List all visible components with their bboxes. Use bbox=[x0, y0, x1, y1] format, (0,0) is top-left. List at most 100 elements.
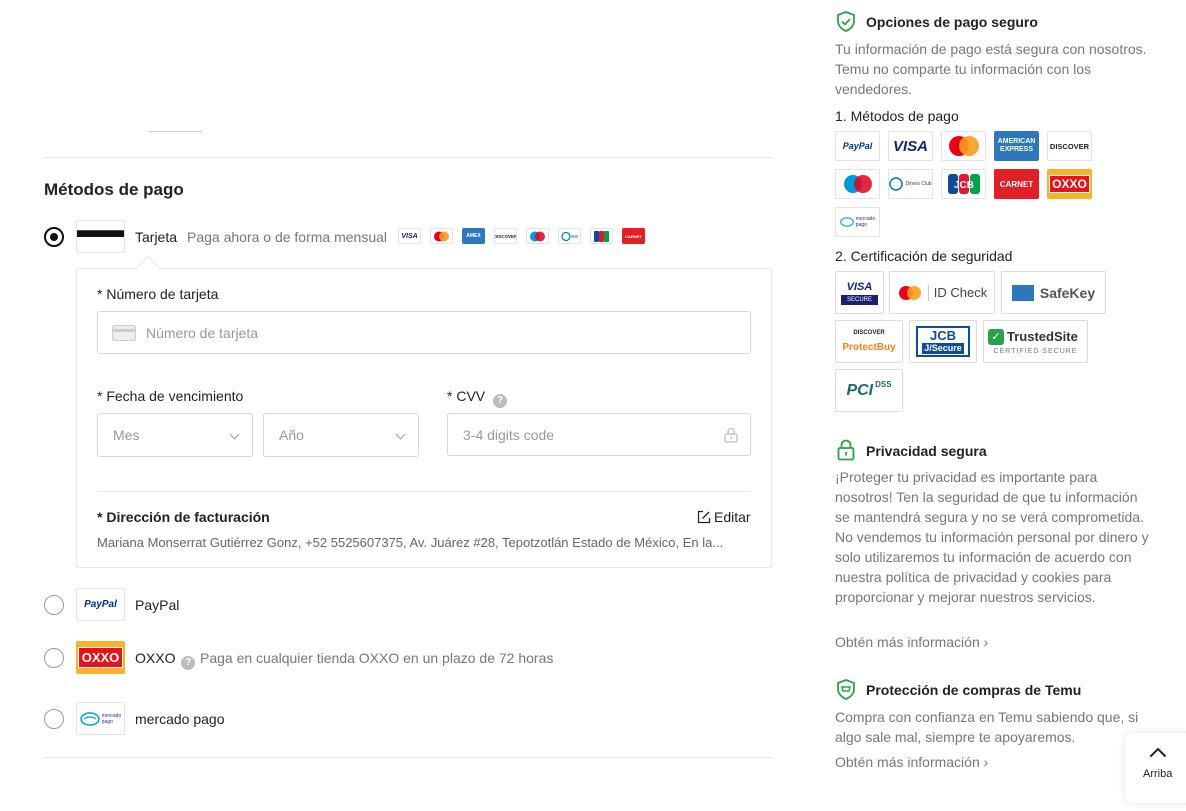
jcb-icon bbox=[590, 228, 613, 244]
safekey-text: SafeKey bbox=[1039, 284, 1096, 301]
cvv-placeholder: 3-4 digits code bbox=[463, 426, 555, 443]
method-name-oxxo: OXXO ? bbox=[135, 650, 196, 670]
chevron-up-icon bbox=[1149, 747, 1167, 758]
discover-icon: DISCOVER bbox=[494, 228, 517, 244]
trustedsite-line2: CERTIFIED SECURE bbox=[993, 347, 1078, 355]
divider bbox=[927, 284, 929, 301]
visa-logo: VISA bbox=[888, 131, 933, 161]
amex-icon: AMEX bbox=[462, 228, 485, 244]
amex-line2: EXPRESS bbox=[999, 146, 1034, 153]
method-desc-card: Paga ahora o de forma mensual bbox=[187, 229, 388, 245]
paypal-logo-icon: PayPal bbox=[76, 588, 125, 621]
credit-card-icon bbox=[112, 324, 136, 341]
radio-oxxo[interactable] bbox=[44, 648, 64, 668]
discover-logo: DISCOVER bbox=[1047, 131, 1092, 161]
payment-option-mercadopago[interactable]: mercado pago mercado pago bbox=[44, 702, 772, 736]
carnet-logo-text: CARNET bbox=[999, 179, 1034, 189]
back-to-top-button[interactable]: Arriba bbox=[1125, 733, 1186, 803]
pci-line1: PCI bbox=[846, 381, 874, 399]
trustedsite-badge: ✓ TrustedSite CERTIFIED SECURE bbox=[983, 320, 1088, 363]
mastercard-logo bbox=[941, 131, 986, 161]
edit-icon bbox=[697, 510, 711, 524]
diners-icon bbox=[558, 228, 581, 244]
jcb-secure-line1: JCB bbox=[929, 328, 956, 343]
oxxo-logo-icon: OXXO bbox=[76, 641, 125, 674]
jcb-secure-line2: J/Secure bbox=[922, 343, 964, 354]
diners-logo: Diners Club bbox=[888, 169, 933, 199]
payment-option-paypal[interactable]: PayPal PayPal bbox=[44, 588, 772, 622]
method-name-mercadopago: mercado pago bbox=[135, 711, 225, 727]
card-number-input[interactable]: Número de tarjeta bbox=[97, 311, 751, 354]
divider bbox=[44, 757, 772, 758]
jcb-logo: JCB bbox=[941, 169, 986, 199]
protectbuy-line2: ProtectBuy bbox=[842, 342, 896, 353]
expiry-label: * Fecha de vencimiento bbox=[97, 388, 244, 404]
method-name-paypal: PayPal bbox=[135, 597, 180, 613]
chevron-down-icon bbox=[229, 429, 240, 440]
secure-payment-title: Opciones de pago seguro bbox=[866, 14, 1038, 30]
payment-option-card[interactable]: Tarjeta Paga ahora o de forma mensual VI… bbox=[44, 220, 772, 254]
payment-methods-title: Métodos de pago bbox=[44, 180, 184, 199]
radio-paypal[interactable] bbox=[44, 595, 64, 615]
mercadopago-logo-icon: mercado pago bbox=[76, 702, 125, 735]
cvv-label-text: * CVV bbox=[447, 388, 486, 404]
pci-dss-badge: PCI DSS bbox=[835, 369, 903, 412]
help-icon[interactable]: ? bbox=[493, 393, 508, 408]
diners-logo-text: Diners Club bbox=[905, 181, 932, 187]
radio-card[interactable] bbox=[44, 227, 64, 247]
expiry-month-select[interactable]: Mes bbox=[97, 413, 253, 457]
payment-methods-subtitle: 1. Métodos de pago bbox=[835, 108, 959, 124]
radio-mercadopago[interactable] bbox=[44, 709, 64, 729]
security-cert-subtitle: 2. Certificación de seguridad bbox=[835, 248, 1013, 264]
payment-option-oxxo[interactable]: OXXO OXXO ? Paga en cualquier tienda OXX… bbox=[44, 641, 772, 675]
method-name-oxxo-text: OXXO bbox=[135, 650, 176, 666]
paypal-logo: PayPal bbox=[835, 131, 880, 161]
paypal-logo-text: PayPal bbox=[842, 141, 873, 151]
svg-text:JCB: JCB bbox=[953, 180, 973, 191]
divider bbox=[97, 491, 751, 492]
secure-payment-text: Tu información de pago está segura con n… bbox=[835, 41, 1147, 97]
cvv-input[interactable]: 3-4 digits code bbox=[447, 413, 751, 456]
mercadopago-logo: mercado pago bbox=[835, 207, 880, 237]
card-icon bbox=[76, 220, 125, 253]
amex-logo: AMERICAN EXPRESS bbox=[994, 131, 1039, 161]
shield-cart-icon bbox=[836, 679, 856, 705]
amex-line1: AMERICAN bbox=[997, 138, 1036, 145]
method-name-card: Tarjeta bbox=[135, 229, 178, 245]
month-placeholder: Mes bbox=[113, 427, 140, 443]
paypal-logo-text: PayPal bbox=[84, 599, 117, 610]
card-number-placeholder: Número de tarjeta bbox=[146, 324, 259, 341]
mercado-line2: pago bbox=[101, 718, 113, 725]
billing-address-label: * Dirección de facturación bbox=[97, 509, 270, 525]
oxxo-logo-text: OXXO bbox=[1049, 175, 1090, 193]
expiry-year-select[interactable]: Año bbox=[263, 413, 419, 457]
chevron-down-icon bbox=[395, 429, 406, 440]
divider bbox=[44, 157, 772, 158]
protection-more-link[interactable]: Obtén más información › bbox=[835, 754, 988, 770]
edit-billing-button[interactable]: Editar bbox=[697, 509, 751, 525]
visa-secure-line2: SECURE bbox=[840, 294, 878, 305]
jcb-secure-badge: JCB J/Secure bbox=[909, 320, 977, 363]
billing-address-text: Mariana Monserrat Gutiérrez Gonz, +52 55… bbox=[97, 535, 724, 550]
oxxo-logo-text: OXXO bbox=[77, 647, 124, 668]
privacy-title: Privacidad segura bbox=[866, 443, 987, 459]
protectbuy-line1: DISCOVER bbox=[853, 330, 885, 336]
card-brand-icons: VISA AMEX DISCOVER CARNET bbox=[398, 228, 654, 244]
purchase-protection-text: Compra con confianza en Temu sabiendo qu… bbox=[835, 709, 1139, 745]
maestro-icon bbox=[526, 228, 549, 244]
lock-icon bbox=[724, 427, 738, 443]
discover-logo-text: DISCOVER bbox=[1049, 141, 1090, 151]
id-check-text: ID Check bbox=[933, 285, 988, 300]
safekey-badge: SafeKey bbox=[1001, 271, 1106, 314]
purchase-protection-title: Protección de compras de Temu bbox=[866, 682, 1082, 698]
method-desc-oxxo: Paga en cualquier tienda OXXO en un plaz… bbox=[200, 650, 554, 666]
help-icon[interactable]: ? bbox=[181, 655, 196, 670]
mastercard-icon bbox=[430, 228, 453, 244]
pci-line2: DSS bbox=[875, 380, 892, 389]
protectbuy-badge: DISCOVER ProtectBuy bbox=[835, 320, 903, 363]
lock-icon bbox=[837, 439, 855, 466]
privacy-more-link[interactable]: Obtén más información › bbox=[835, 634, 988, 650]
visa-secure-badge: VISA SECURE bbox=[835, 271, 884, 314]
maestro-logo bbox=[835, 169, 880, 199]
visa-logo-text: VISA bbox=[892, 137, 928, 155]
